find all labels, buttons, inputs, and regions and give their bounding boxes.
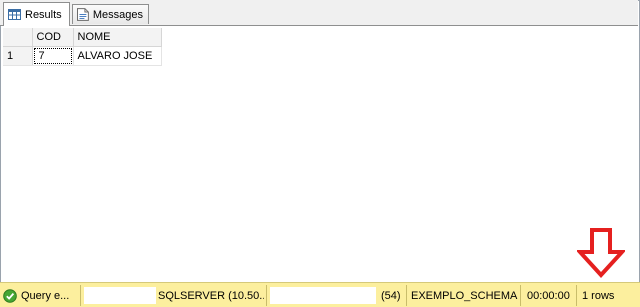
tab-messages-label: Messages <box>92 8 143 21</box>
tab-results[interactable]: Results <box>3 2 70 26</box>
cell-nome[interactable]: ALVARO JOSE <box>73 46 162 66</box>
tab-results-label: Results <box>25 8 62 21</box>
status-row-count: 1 rows <box>582 289 615 302</box>
cell-cod[interactable]: 7 <box>32 46 74 66</box>
status-elapsed-time: 00:00:00 <box>527 289 570 302</box>
status-spid: (54) <box>381 289 401 302</box>
results-tab-strip: Results Messages <box>0 0 638 26</box>
status-divider <box>520 285 521 306</box>
column-header-nome[interactable]: NOME <box>73 28 162 47</box>
status-divider <box>406 285 407 306</box>
results-grid: COD NOME 1 7 ALVARO JOSE <box>3 28 162 66</box>
status-login-field <box>270 287 376 304</box>
status-divider <box>266 285 267 306</box>
status-database: EXEMPLO_SCHEMA <box>411 289 518 302</box>
status-query-text: Query e... <box>21 289 70 302</box>
grid-header-row: COD NOME <box>3 28 162 47</box>
status-server: SQLSERVER (10.50... <box>158 289 264 302</box>
success-check-icon <box>3 288 17 303</box>
grid-icon <box>8 9 21 20</box>
status-divider <box>80 285 81 306</box>
status-query-state: Query e... <box>3 286 79 305</box>
messages-icon <box>77 8 89 21</box>
status-divider <box>576 285 577 306</box>
table-row: 1 7 ALVARO JOSE <box>3 46 162 66</box>
status-bar: Query e... SQLSERVER (10.50... (54) EXEM… <box>0 282 640 307</box>
grid-corner[interactable] <box>3 28 33 47</box>
cell-cod-value: 7 <box>33 48 72 64</box>
column-header-cod[interactable]: COD <box>32 28 74 47</box>
row-number[interactable]: 1 <box>3 46 33 66</box>
status-blank-field <box>84 287 156 304</box>
red-down-arrow-icon <box>577 228 625 278</box>
tab-messages[interactable]: Messages <box>72 4 149 24</box>
